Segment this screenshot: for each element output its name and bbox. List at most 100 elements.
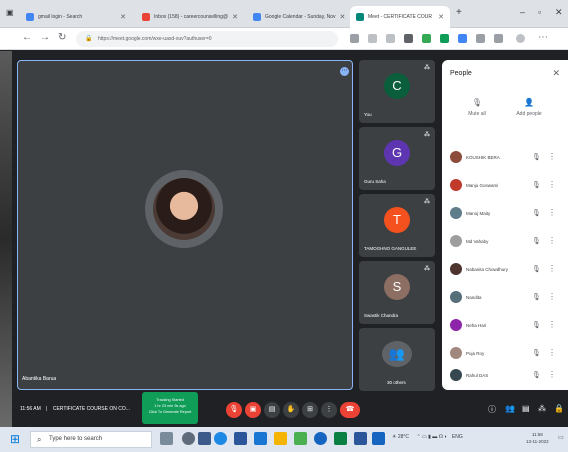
tab-1[interactable]: Inbox (158) - careercounselling@ ✕ (136, 6, 244, 28)
task-view-icon[interactable] (160, 432, 173, 445)
back-icon[interactable]: ← (22, 32, 32, 43)
mic-off-icon: 🎙 (532, 350, 541, 357)
notification-icon[interactable]: ▭ (558, 434, 564, 441)
list-item[interactable]: Md Vahaby 🎙 ⋮ (442, 229, 568, 257)
file-explorer-icon[interactable] (274, 432, 287, 445)
close-icon[interactable]: ✕ (438, 13, 444, 21)
extension-icon[interactable] (458, 34, 467, 43)
more-vert-icon[interactable]: ⋮ (548, 320, 556, 329)
more-options-icon[interactable]: ⋯ (340, 67, 349, 76)
avatar: G (384, 140, 410, 166)
system-tray[interactable]: ☀ 28°C ⌃ ▭ ▮ ▬ ☊ ◐ ENG (392, 434, 463, 440)
list-item[interactable]: Nandita 🎙 ⋮ (442, 285, 568, 313)
calendar-icon (253, 13, 261, 21)
tile-participant[interactable]: G ⁂ Guru Saha (359, 127, 435, 190)
more-vert-icon[interactable]: ⋮ (548, 292, 556, 301)
close-icon[interactable]: ✕ (120, 13, 126, 21)
present-button[interactable]: ⊞ (302, 402, 318, 418)
meet-icon (356, 13, 364, 21)
tracking-notification[interactable]: Tracking Started 1 hr 23 min 9s ago Clic… (142, 392, 198, 424)
close-icon[interactable]: ✕ (232, 13, 238, 21)
tab-2[interactable]: Google Calendar - Sunday, Nov ✕ (247, 6, 347, 28)
app-icon[interactable] (334, 432, 347, 445)
store-icon[interactable] (254, 432, 267, 445)
leave-call-button[interactable]: ☎ (340, 402, 360, 418)
minimize-icon[interactable]: – (520, 7, 525, 17)
activities-icon[interactable]: ⁂ (538, 404, 546, 413)
more-vert-icon[interactable]: ⋮ (548, 370, 556, 379)
extension-icon[interactable] (440, 34, 449, 43)
maximize-icon[interactable]: ▫ (538, 7, 541, 17)
extension-icon[interactable] (422, 34, 431, 43)
raise-hand-button[interactable]: ✋ (283, 402, 299, 418)
background-strip (0, 51, 12, 427)
close-window-icon[interactable]: ✕ (555, 7, 563, 18)
cortana-icon[interactable] (182, 432, 195, 445)
new-tab-button[interactable]: + (456, 7, 462, 18)
extension-icon[interactable] (368, 34, 377, 43)
list-item[interactable]: Neha Hari 🎙 ⋮ (442, 313, 568, 341)
tab-actions-icon[interactable]: ▣ (6, 8, 14, 17)
mic-off-icon: 🎙 (532, 210, 541, 217)
tile-participant[interactable]: T ⁂ TAMOGHNO GANGULEE (359, 194, 435, 257)
extension-icon[interactable] (386, 34, 395, 43)
extension-icon[interactable] (476, 34, 485, 43)
favorites-icon[interactable] (494, 34, 503, 43)
list-item[interactable]: Rahul DAS 🎙 ⋮ (442, 363, 568, 390)
windows-start-icon[interactable]: ⊞ (10, 432, 20, 446)
tile-participant[interactable]: S ⁂ Swastik Chandra (359, 261, 435, 324)
reload-icon[interactable]: ↻ (58, 32, 66, 43)
people-icon[interactable]: 👥 (505, 404, 515, 413)
main-participant-name: Abantika Barua (22, 376, 57, 382)
more-vert-icon[interactable]: ⋮ (548, 180, 556, 189)
taskbar-search-input[interactable]: ⌕ Type here to search (30, 431, 152, 448)
app-icon[interactable] (314, 432, 327, 445)
more-vert-icon[interactable]: ⋮ (548, 348, 556, 357)
more-vert-icon[interactable]: ⋮ (548, 264, 556, 273)
list-item[interactable]: Manoj Maity 🎙 ⋮ (442, 201, 568, 229)
more-vert-icon[interactable]: ⋮ (548, 236, 556, 245)
list-item[interactable]: KOUSHIK BERA 🎙 ⋮ (442, 145, 568, 173)
mic-off-icon: ⁂ (424, 132, 430, 138)
avatar (450, 207, 462, 219)
menu-icon[interactable]: ⋯ (538, 32, 548, 43)
mic-off-icon: 🎙 (471, 98, 483, 107)
info-icon[interactable]: ⓘ (488, 404, 496, 415)
mute-all-button[interactable]: 🎙 Mute all (452, 98, 502, 117)
list-item[interactable]: Manju Goswami 🎙 ⋮ (442, 173, 568, 201)
url-field[interactable]: 🔒 https://meet.google.com/wxe-uasd-xuv?a… (76, 31, 338, 47)
meeting-details[interactable]: 11:56 AM | CERTIFICATE COURSE ON CO... (20, 406, 130, 412)
close-icon[interactable]: ✕ (552, 68, 560, 79)
app-icon[interactable] (294, 432, 307, 445)
more-vert-icon[interactable]: ⋮ (548, 152, 556, 161)
profile-icon[interactable] (516, 34, 525, 43)
extension-icon[interactable] (350, 34, 359, 43)
tile-others[interactable]: 👥 30 others (359, 328, 435, 391)
app-icon[interactable] (372, 432, 385, 445)
add-person-icon: 👤 (524, 98, 534, 107)
more-options-button[interactable]: ⋮ (321, 402, 337, 418)
captions-button[interactable]: ▤ (264, 402, 280, 418)
camera-toggle-button[interactable]: ▣ (245, 402, 261, 418)
host-controls-icon[interactable]: 🔒 (554, 404, 564, 413)
avatar (450, 319, 462, 331)
tab-0[interactable]: gmail login - Search ✕ (20, 6, 132, 28)
tile-you[interactable]: C ⁂ You (359, 60, 435, 123)
extension-icon[interactable] (404, 34, 413, 43)
avatar: T (384, 207, 410, 233)
panel-title: People (450, 70, 472, 77)
list-item[interactable]: Nabanita Chowdhury 🎙 ⋮ (442, 257, 568, 285)
widgets-icon[interactable] (198, 432, 211, 445)
tab-3[interactable]: Meet - CERTIFICATE COUR ✕ (350, 6, 450, 28)
clock[interactable]: 11:58 13-11-2022 (526, 431, 549, 445)
forward-icon[interactable]: → (40, 32, 50, 43)
app-icon[interactable] (354, 432, 367, 445)
add-people-button[interactable]: 👤 Add people (504, 98, 554, 117)
edge-icon[interactable] (214, 432, 227, 445)
chat-icon[interactable]: ▤ (522, 404, 530, 413)
close-icon[interactable]: ✕ (340, 13, 346, 21)
mic-toggle-button[interactable]: 🎙 (226, 402, 242, 418)
more-vert-icon[interactable]: ⋮ (548, 208, 556, 217)
avatar (450, 179, 462, 191)
word-icon[interactable] (234, 432, 247, 445)
